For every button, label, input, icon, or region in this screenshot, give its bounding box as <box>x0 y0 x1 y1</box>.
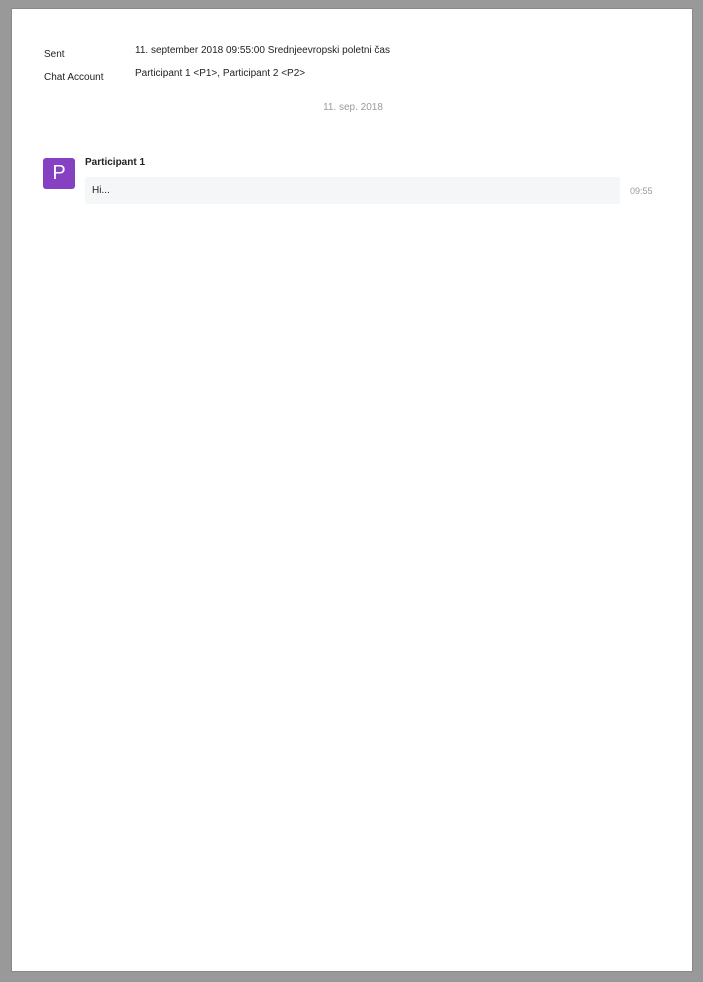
chat-account-label: Chat Account <box>44 72 104 83</box>
sent-value: 11. september 2018 09:55:00 Srednjeevrop… <box>135 45 390 56</box>
message-bubble: Hi... <box>85 177 620 204</box>
document-page: Sent 11. september 2018 09:55:00 Srednje… <box>11 8 693 972</box>
message-sender: Participant 1 <box>85 157 146 168</box>
sent-label: Sent <box>44 49 65 60</box>
message-time: 09:55 <box>630 186 653 196</box>
avatar: P <box>43 158 75 189</box>
date-separator: 11. sep. 2018 <box>323 102 383 113</box>
message-text: Hi... <box>92 185 110 196</box>
chat-account-value: Participant 1 <P1>, Participant 2 <P2> <box>135 68 306 79</box>
